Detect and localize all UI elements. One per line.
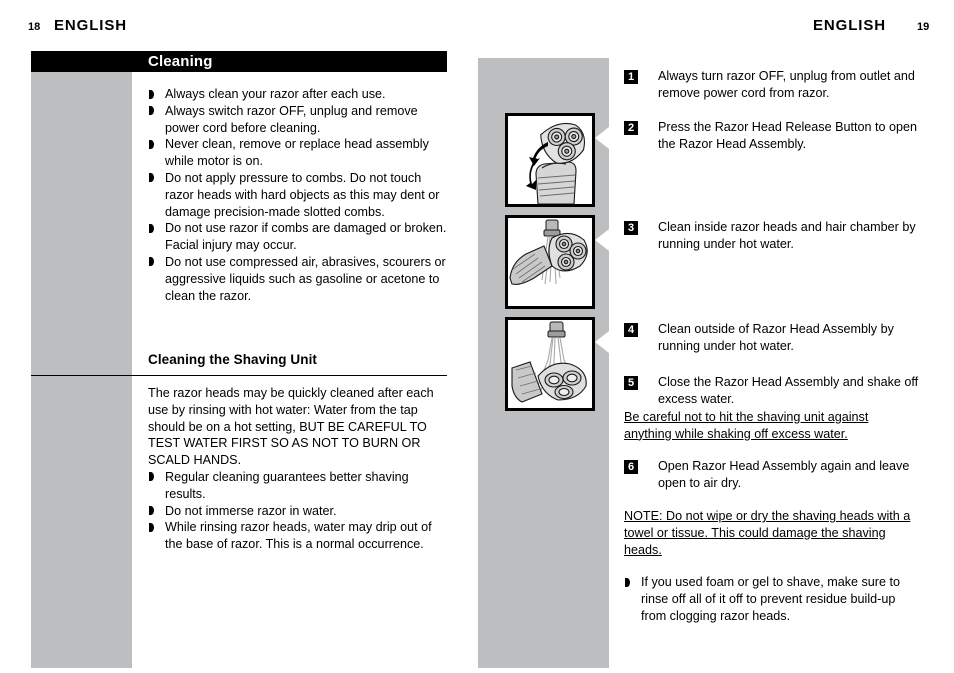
step-number-badge: 5 — [624, 376, 638, 390]
note-after-step-6: NOTE: Do not wipe or dry the shaving hea… — [624, 508, 916, 558]
warning-text: Do not use compressed air, abrasives, sc… — [165, 254, 446, 303]
warning-text: Never clean, remove or replace head asse… — [165, 137, 429, 169]
figure-rinse-inside-razor-heads — [505, 215, 595, 309]
section-header-bar: Cleaning — [31, 51, 447, 72]
step-3: 3 Clean inside razor heads and hair cham… — [624, 219, 924, 253]
warning-text: Do not use razor if combs are damaged or… — [165, 221, 447, 253]
step-6: 6 Open Razor Head Assembly again and lea… — [624, 458, 924, 492]
warning-text: Always switch razor OFF, unplug and remo… — [165, 103, 418, 135]
rinsing-outside-razor-head-assembly-illustration — [511, 321, 587, 403]
step-number-badge: 1 — [624, 70, 638, 84]
section-title: Cleaning — [148, 53, 213, 70]
list-item: Do not use compressed air, abrasives, sc… — [148, 254, 448, 304]
tip-text: Regular cleaning guarantees better shavi… — [165, 469, 409, 501]
bullet-arrow-icon — [149, 506, 154, 516]
step-2: 2 Press the Razor Head Release Button to… — [624, 119, 924, 153]
figure-razor-head-assembly-open — [505, 113, 595, 207]
razor-head-assembly-open-illustration — [526, 122, 586, 204]
list-item: Do not immerse razor in water. — [148, 503, 448, 520]
bullet-arrow-icon — [149, 522, 154, 532]
final-bullet-list: If you used foam or gel to shave, make s… — [624, 574, 924, 624]
warning-text: Always clean your razor after each use. — [165, 87, 386, 101]
intro-paragraph: The razor heads may be quickly cleaned a… — [148, 386, 434, 468]
step-1: 1 Always turn razor OFF, unplug from out… — [624, 68, 924, 102]
left-page-folio: 18 — [28, 21, 41, 33]
bullet-arrow-icon — [149, 223, 154, 233]
list-item: Always clean your razor after each use. — [148, 86, 448, 103]
right-page-folio: 19 — [917, 21, 930, 33]
list-item: Do not use razor if combs are damaged or… — [148, 220, 448, 254]
bullet-arrow-icon — [149, 472, 154, 482]
list-item: Always switch razor OFF, unplug and remo… — [148, 103, 448, 137]
list-item: Regular cleaning guarantees better shavi… — [148, 469, 448, 503]
horizontal-rule-divider — [31, 375, 447, 376]
left-page-running-head: ENGLISH — [54, 17, 127, 34]
figure-3-pointer-notch-icon — [595, 331, 609, 353]
tip-text: While rinsing razor heads, water may dri… — [165, 520, 432, 552]
step-text: Press the Razor Head Release Button to o… — [658, 120, 918, 151]
bullet-arrow-icon — [149, 257, 154, 267]
rinsing-inside-razor-heads-illustration — [509, 219, 588, 285]
bullet-arrow-icon — [625, 577, 630, 587]
list-item: Never clean, remove or replace head asse… — [148, 136, 448, 170]
caution-text: Be careful not to hit the shaving unit a… — [624, 410, 869, 441]
bullet-arrow-icon — [149, 106, 154, 116]
bullet-arrow-icon — [149, 139, 154, 149]
step-number-badge: 4 — [624, 323, 638, 337]
list-item: While rinsing razor heads, water may dri… — [148, 519, 448, 553]
warning-text: Do not apply pressure to combs. Do not t… — [165, 170, 440, 219]
step-text: Clean outside of Razor Head Assembly by … — [658, 322, 894, 353]
subsection-heading: Cleaning the Shaving Unit — [148, 352, 317, 367]
final-bullet-text: If you used foam or gel to shave, make s… — [641, 575, 901, 623]
note-text: NOTE: Do not wipe or dry the shaving hea… — [624, 509, 911, 557]
list-item: If you used foam or gel to shave, make s… — [624, 574, 924, 624]
figure-rinse-outside-razor-head-assembly — [505, 317, 595, 411]
step-number-badge: 6 — [624, 460, 638, 474]
caution-after-step-5: Be careful not to hit the shaving unit a… — [624, 409, 916, 443]
warning-list: Always clean your razor after each use. … — [148, 86, 448, 304]
left-page: 18 ENGLISH Cleaning Always clean your ra… — [0, 0, 477, 673]
step-number-badge: 2 — [624, 121, 638, 135]
figure-1-pointer-notch-icon — [595, 127, 609, 149]
left-page-body-container: The razor heads may be quickly cleaned a… — [148, 385, 448, 553]
step-number-badge: 3 — [624, 221, 638, 235]
left-page-gray-panel — [31, 72, 132, 668]
step-text: Clean inside razor heads and hair chambe… — [658, 220, 916, 251]
tips-list: Regular cleaning guarantees better shavi… — [148, 469, 448, 553]
figure-2-pointer-notch-icon — [595, 229, 609, 251]
right-page-running-head: ENGLISH — [813, 17, 886, 34]
subsection-heading-container: Cleaning the Shaving Unit — [148, 352, 448, 367]
step-text: Close the Razor Head Assembly and shake … — [658, 375, 919, 406]
left-page-warning-list-container: Always clean your razor after each use. … — [148, 86, 448, 304]
step-4: 4 Clean outside of Razor Head Assembly b… — [624, 321, 924, 355]
right-page-final-bullets-container: If you used foam or gel to shave, make s… — [624, 574, 924, 624]
bullet-arrow-icon — [149, 173, 154, 183]
tip-text: Do not immerse razor in water. — [165, 503, 337, 518]
step-text: Always turn razor OFF, unplug from outle… — [658, 69, 915, 100]
step-5: 5 Close the Razor Head Assembly and shak… — [624, 374, 924, 408]
list-item: Do not apply pressure to combs. Do not t… — [148, 170, 448, 220]
step-text: Open Razor Head Assembly again and leave… — [658, 459, 910, 490]
bullet-arrow-icon — [149, 89, 154, 99]
